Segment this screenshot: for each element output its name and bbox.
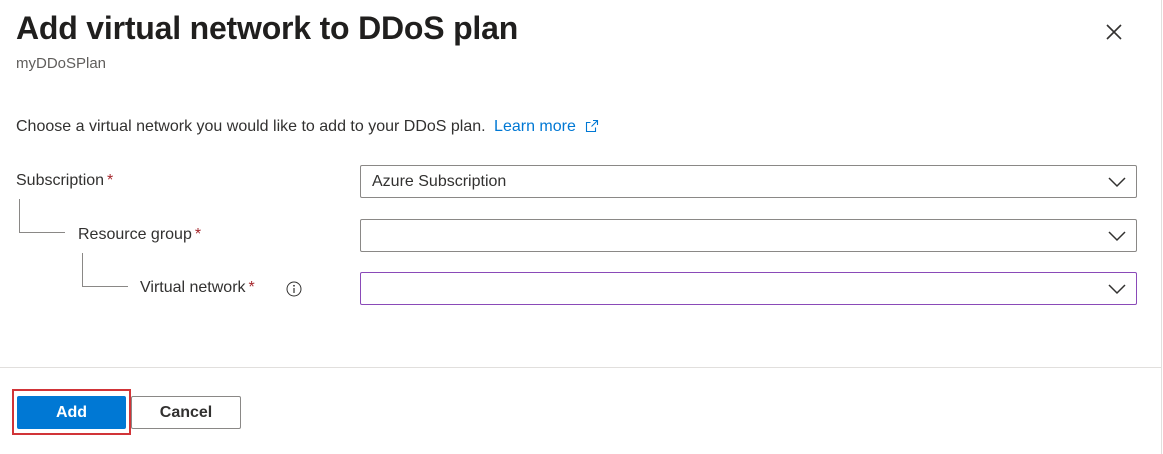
required-mark: *: [194, 226, 202, 243]
required-mark: *: [248, 279, 255, 296]
footer-divider: [0, 367, 1162, 368]
add-button[interactable]: Add: [17, 396, 126, 429]
add-vnet-panel: Add virtual network to DDoS plan myDDoSP…: [0, 0, 1162, 454]
resource-group-label-text: Resource group: [78, 226, 192, 243]
close-button[interactable]: [1100, 18, 1128, 46]
resource-group-dropdown[interactable]: [360, 219, 1137, 252]
learn-more-link[interactable]: Learn more: [494, 118, 599, 135]
intro-text: Choose a virtual network you would like …: [16, 118, 599, 136]
info-button[interactable]: [286, 281, 302, 297]
close-icon: [1106, 24, 1122, 40]
info-icon: [286, 281, 302, 297]
chevron-down-icon: [1108, 177, 1126, 188]
external-link-icon: [586, 119, 599, 133]
tree-connector-resource-group: [19, 199, 65, 233]
virtual-network-dropdown[interactable]: [360, 272, 1137, 305]
resource-group-label: Resource group *: [78, 226, 201, 244]
cancel-button[interactable]: Cancel: [131, 396, 241, 429]
panel-subtitle: myDDoSPlan: [16, 55, 107, 72]
subscription-value: Azure Subscription: [372, 173, 507, 190]
learn-more-label: Learn more: [494, 118, 576, 135]
virtual-network-label: Virtual network *: [140, 279, 255, 297]
chevron-down-icon: [1108, 231, 1126, 242]
intro-description: Choose a virtual network you would like …: [16, 118, 486, 135]
panel-title: Add virtual network to DDoS plan: [16, 10, 519, 46]
subscription-label: Subscription *: [16, 172, 113, 190]
subscription-label-text: Subscription: [16, 172, 105, 189]
subscription-dropdown[interactable]: Azure Subscription: [360, 165, 1137, 198]
tree-connector-virtual-network: [82, 253, 128, 287]
virtual-network-label-text: Virtual network: [140, 279, 246, 296]
required-mark: *: [107, 172, 114, 189]
chevron-down-icon: [1108, 284, 1126, 295]
